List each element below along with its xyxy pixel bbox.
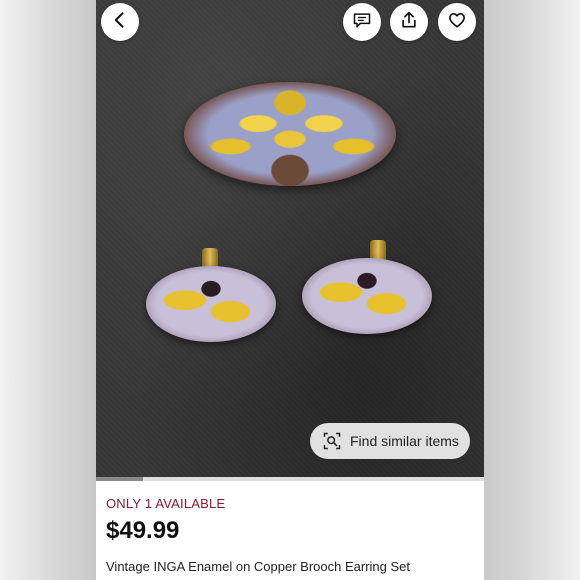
availability-label: ONLY 1 AVAILABLE bbox=[106, 496, 226, 511]
earring-left-image bbox=[146, 266, 276, 342]
background-blur-right bbox=[484, 0, 580, 580]
product-photo[interactable]: Find similar items bbox=[96, 0, 484, 480]
find-similar-label: Find similar items bbox=[350, 433, 459, 449]
share-icon bbox=[399, 10, 419, 35]
background-blur-left bbox=[0, 0, 96, 580]
carousel-indicator-thumb bbox=[96, 477, 143, 481]
like-button[interactable] bbox=[438, 3, 476, 41]
chevron-left-icon bbox=[110, 10, 130, 35]
listing-title[interactable]: Vintage INGA Enamel on Copper Brooch Ear… bbox=[106, 559, 478, 574]
brooch-image bbox=[184, 82, 396, 186]
back-button[interactable] bbox=[101, 3, 139, 41]
find-similar-button[interactable]: Find similar items bbox=[310, 423, 470, 459]
message-icon bbox=[352, 10, 372, 35]
photo-carousel-indicator bbox=[96, 477, 484, 481]
message-button[interactable] bbox=[343, 3, 381, 41]
earring-right-image bbox=[302, 258, 432, 334]
share-button[interactable] bbox=[390, 3, 428, 41]
image-search-icon bbox=[322, 431, 342, 451]
heart-icon bbox=[447, 10, 467, 35]
listing-screen: Find similar items ONLY 1 AVAILABLE $49.… bbox=[96, 0, 484, 580]
price: $49.99 bbox=[106, 517, 180, 544]
listing-info: ONLY 1 AVAILABLE $49.99 Vintage INGA Ena… bbox=[106, 496, 478, 574]
